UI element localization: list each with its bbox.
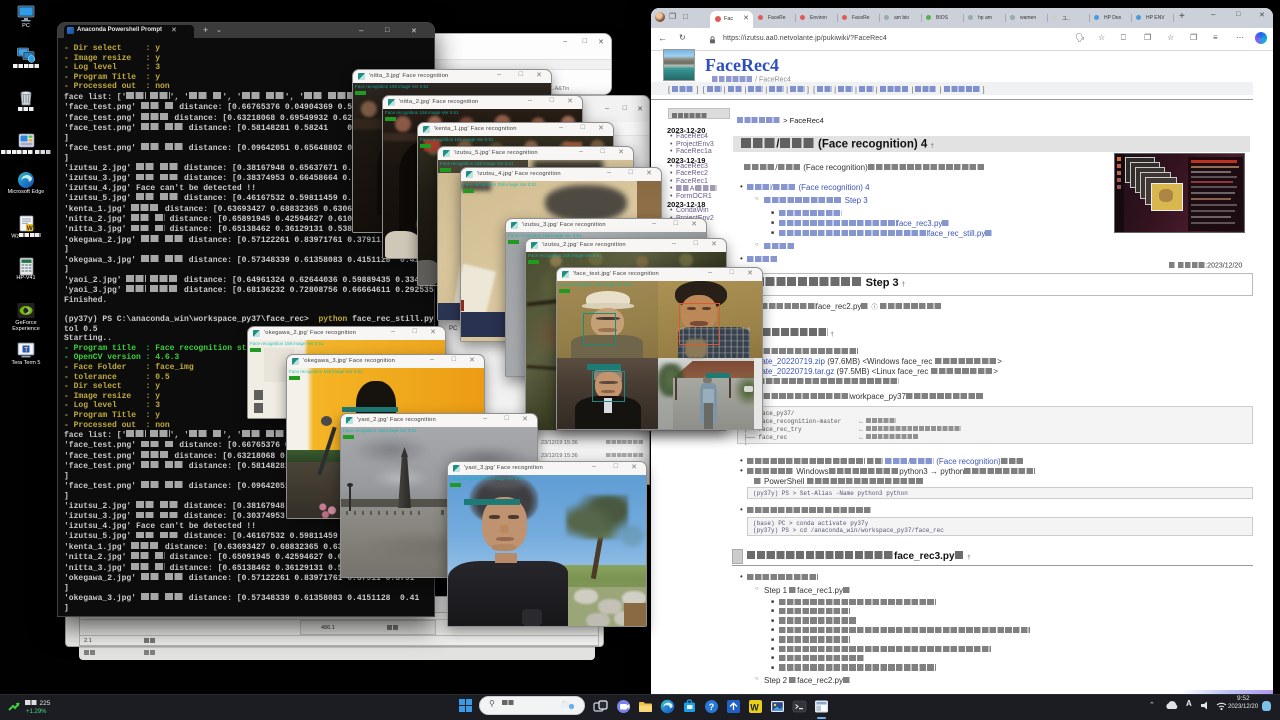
svg-text:T: T bbox=[24, 347, 28, 354]
svg-text:Wz: Wz bbox=[26, 225, 34, 232]
svg-text:W: W bbox=[750, 703, 759, 713]
svg-text:?: ? bbox=[709, 702, 715, 712]
